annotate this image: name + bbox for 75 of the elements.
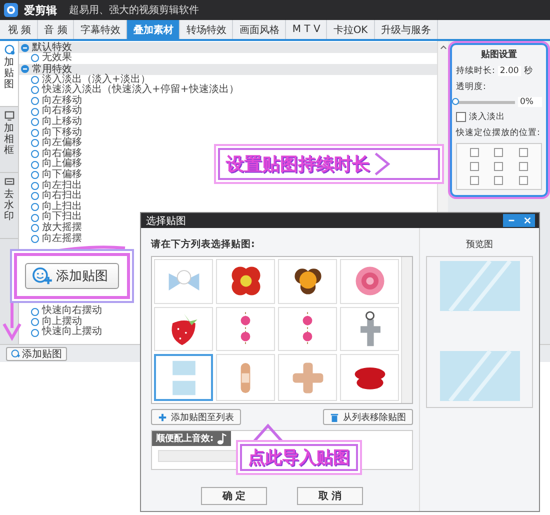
preview-title: 预览图 — [465, 238, 494, 251]
tab[interactable]: 画面风格 — [233, 20, 286, 39]
effect-option[interactable]: 向左偏移 — [19, 138, 82, 149]
side-tab[interactable]: 去水印 — [0, 173, 18, 239]
logo-icon — [4, 3, 18, 17]
callout-text: 设置贴图持续时长 — [226, 153, 370, 176]
smiley-add-icon — [32, 267, 52, 285]
tab[interactable]: 叠加素材 — [127, 20, 180, 39]
dialog-title: 选择贴图 — [146, 214, 186, 228]
tab[interactable]: 升级与服务 — [374, 20, 438, 39]
add-to-list-button[interactable]: 添加贴图至列表 — [151, 409, 241, 425]
tab[interactable]: 音 频 — [38, 20, 74, 39]
tab[interactable]: 视 频 — [2, 20, 38, 39]
trash-icon — [330, 412, 339, 422]
frame-icon — [4, 176, 14, 187]
unit-label: 秒 — [524, 65, 533, 77]
position-label: 快速定位摆放的位置: — [456, 127, 541, 139]
position-checkbox[interactable] — [494, 176, 504, 185]
add-sticker-button[interactable]: 添加贴图 — [6, 346, 67, 360]
tab[interactable]: 转场特效 — [180, 20, 234, 39]
sound-label: 顺便配上音效: — [156, 432, 214, 445]
effect-option[interactable]: 向右移动 — [19, 106, 82, 117]
effect-option[interactable]: 向下移动 — [19, 128, 82, 138]
effect-option[interactable]: 快速淡入淡出（快速淡入+停留+快速淡出） — [19, 85, 239, 96]
add-icon — [11, 349, 20, 358]
opacity-reading: 0% — [518, 97, 542, 107]
position-checkbox[interactable] — [518, 162, 528, 171]
effect-option[interactable]: 放大摇摆 — [19, 222, 82, 234]
panel-title: 贴图设置 — [480, 48, 518, 61]
cancel-button[interactable]: 取 消 — [297, 487, 363, 505]
ok-button[interactable]: 确 定 — [201, 487, 267, 505]
effect-option[interactable]: 向左摇摆 — [19, 234, 82, 244]
dialog-prompt: 请在下方列表选择贴图: — [151, 238, 256, 251]
side-tab[interactable]: 加相框 — [0, 107, 18, 173]
plus-icon — [158, 412, 167, 422]
effect-option[interactable]: 无效果 — [19, 53, 72, 64]
effect-option[interactable]: 向右偏移 — [19, 148, 82, 160]
duration-label: 持续时长: — [456, 65, 495, 77]
scrollbar[interactable] — [401, 257, 412, 403]
position-checkbox[interactable] — [494, 162, 504, 171]
close-button[interactable] — [519, 214, 535, 227]
tab[interactable]: M T V — [286, 20, 328, 39]
group-header[interactable]: 常用特效 — [19, 64, 437, 75]
side-tab[interactable]: 加贴图 — [0, 41, 18, 107]
chevron-icon — [374, 151, 390, 177]
remove-from-list-button[interactable]: 从列表移除贴图 — [323, 409, 413, 425]
effect-option[interactable]: 快速向右摆动 — [19, 306, 102, 317]
monitor-icon — [4, 110, 14, 121]
effect-option[interactable]: 向左移动 — [19, 96, 82, 106]
fade-label: 淡入淡出 — [469, 111, 505, 123]
effect-option[interactable]: 向上移动 — [19, 116, 82, 128]
position-checkbox[interactable] — [518, 148, 528, 157]
tab[interactable]: 卡拉OK — [327, 20, 375, 39]
group-header[interactable]: 默认特效 — [19, 42, 437, 53]
app-name: 爱剪辑 — [24, 2, 57, 18]
close-icon — [522, 216, 532, 225]
duration-field[interactable]: 2.00 — [498, 66, 521, 76]
effect-option[interactable]: 向上偏移 — [19, 159, 82, 170]
sticker-thumbnail[interactable] — [154, 354, 213, 401]
music-note-icon — [216, 432, 227, 444]
scroll-up-icon — [440, 45, 446, 50]
effect-option[interactable]: 快速向上摆动 — [19, 327, 102, 338]
position-checkbox[interactable] — [494, 148, 504, 157]
opacity-label: 透明度: — [456, 81, 487, 93]
position-checkbox[interactable] — [470, 162, 480, 171]
minimize-button[interactable] — [503, 214, 519, 227]
position-checkbox[interactable] — [470, 176, 480, 185]
position-checkbox[interactable] — [518, 176, 528, 185]
position-checkbox[interactable] — [470, 148, 480, 157]
effect-option[interactable]: 向右扫出 — [19, 191, 82, 202]
app-tagline: 超易用、强大的视频剪辑软件 — [69, 4, 199, 17]
effect-option[interactable]: 向下偏移 — [19, 170, 82, 181]
fade-checkbox[interactable] — [456, 112, 466, 122]
add-sticker-button[interactable]: 添加贴图 — [25, 263, 119, 289]
effect-option[interactable]: 向下扫出 — [19, 212, 82, 223]
